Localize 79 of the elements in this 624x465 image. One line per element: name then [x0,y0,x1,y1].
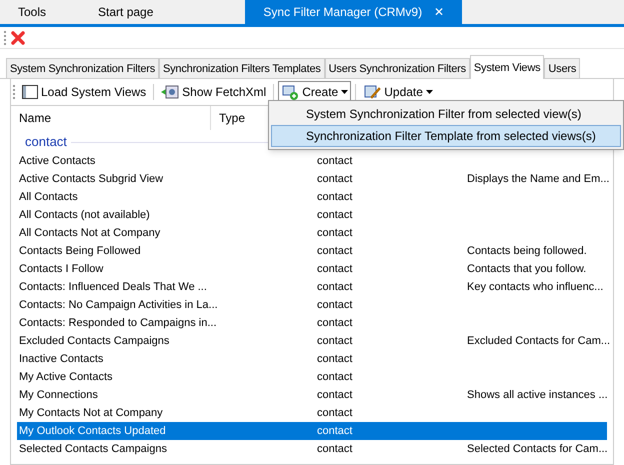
table-row[interactable]: Active Contacts Subgrid View contact Displays the Name and Em... [17,170,607,188]
document-icon [161,85,180,99]
table-cell-text: Contacts Being Followed [18,244,142,259]
table-cell-text: Shows all active instances ... [467,388,608,403]
table-cell-text: contact [317,352,354,367]
table-row[interactable]: Contacts: No Campaign Activities in La... contact [17,296,607,314]
table-cell-text: contact [317,172,354,187]
table-icon [22,85,38,99]
caret-icon [341,90,348,94]
tab[interactable]: System Views [470,55,544,79]
column-header[interactable]: Name [11,106,211,130]
document-tab[interactable]: Tools [12,0,52,24]
table-cell-text: contact [317,280,354,295]
table-cell-text: contact [317,442,354,457]
table-cell-text: Excluded Contacts Campaigns [18,334,170,349]
table-cell-text: Contacts: Responded to Campaigns in... [18,316,218,331]
table-cell-text: All Contacts [18,190,79,205]
update-button[interactable]: Update [360,81,436,103]
table-row[interactable]: My Active Contacts contact [17,368,607,386]
table-row[interactable]: My Outlook Contacts Updated contact [17,422,607,440]
table-cell-text: contact [317,298,354,313]
table-cell-text: Selected Contacts for Cam... [467,442,608,457]
table-cell-text: Inactive Contacts [18,352,104,367]
table-cell-text: contact [317,208,354,223]
table-row[interactable]: Contacts I Follow contact Contacts that you follow. [17,260,607,278]
table-cell-text: contact [317,244,354,259]
document-tab[interactable]: Start page [92,0,160,24]
menu-item[interactable]: System Synchronization Filter from selected view(s) [271,103,621,125]
table-cell-text: Key contacts who influenc... [467,280,604,295]
table-cell-text: Active Contacts [18,154,96,169]
table-row[interactable]: Selected Contacts Campaigns contact Selected Contacts for Cam... [17,440,607,458]
tab[interactable]: System Synchronization Filters [6,58,159,78]
table-cell-text: My Contacts Not at Company [18,406,164,421]
table-cell-text: contact [317,424,354,439]
caret-icon [426,90,433,94]
table-cell-text: Contacts: No Campaign Activities in La... [18,298,219,313]
scroll-add-icon [281,84,300,100]
load-button[interactable]: Load System Views [19,81,150,103]
table-cell-text: contact [317,226,354,241]
tab[interactable]: Users [544,58,580,78]
table-cell-text: contact [317,388,354,403]
table-row[interactable]: Contacts: Responded to Campaigns in... contact [17,314,607,332]
tab[interactable]: Synchronization Filters Templates [159,58,325,78]
table-cell-text: Contacts: Influenced Deals That We ... [18,280,208,295]
scroll-edit-icon [363,84,382,100]
close-icon[interactable] [10,30,26,46]
table-row[interactable]: All Contacts (not available) contact [17,206,607,224]
table-cell-text: Displays the Name and Em... [467,172,610,187]
table-row[interactable]: Active Contacts contact [17,152,607,170]
tab[interactable]: Users Synchronization Filters [324,58,470,78]
table-cell-text: My Connections [18,388,99,403]
table-cell-text: All Contacts Not at Company [18,226,162,241]
table-row[interactable]: My Connections contact Shows all active instances ... [17,386,607,404]
table-cell-text: contact [317,370,354,385]
menu-item[interactable]: Synchronization Filter Template from selected views(s) [271,125,621,147]
table-cell-text: Contacts being followed. [467,244,587,259]
table-cell-text: My Outlook Contacts Updated [18,424,167,439]
fetch-button[interactable]: Show FetchXml [158,81,270,103]
table-row[interactable]: Contacts: Influenced Deals That We ... contact Key contacts who influenc... [17,278,607,296]
table-cell-text: Active Contacts Subgrid View [18,172,164,187]
table-cell-text: contact [317,406,354,421]
table-cell-text: contact [317,154,354,169]
table-row[interactable]: My Contacts Not at Company contact [17,404,607,422]
table-row[interactable]: Inactive Contacts contact [17,350,607,368]
table-row[interactable]: All Contacts contact [17,188,607,206]
table-cell-text: contact [317,262,354,277]
table-cell-text: Contacts that you follow. [467,262,586,277]
table-cell-text: Selected Contacts Campaigns [18,442,168,457]
table-cell-text: Contacts I Follow [18,262,104,277]
group-header[interactable]: contact [25,132,67,152]
table-cell-text: contact [317,316,354,331]
table-row[interactable]: All Contacts Not at Company contact [17,224,607,242]
document-tab[interactable]: Sync Filter Manager (CRMv9) ✕ [245,0,462,24]
table-cell-text: contact [317,190,354,205]
table-cell-text: My Active Contacts [18,370,114,385]
close-icon[interactable]: ✕ [434,3,444,21]
table-cell-text: All Contacts (not available) [18,208,151,223]
table-row[interactable]: Contacts Being Followed contact Contacts being followed. [17,242,607,260]
table-cell-text: contact [317,334,354,349]
